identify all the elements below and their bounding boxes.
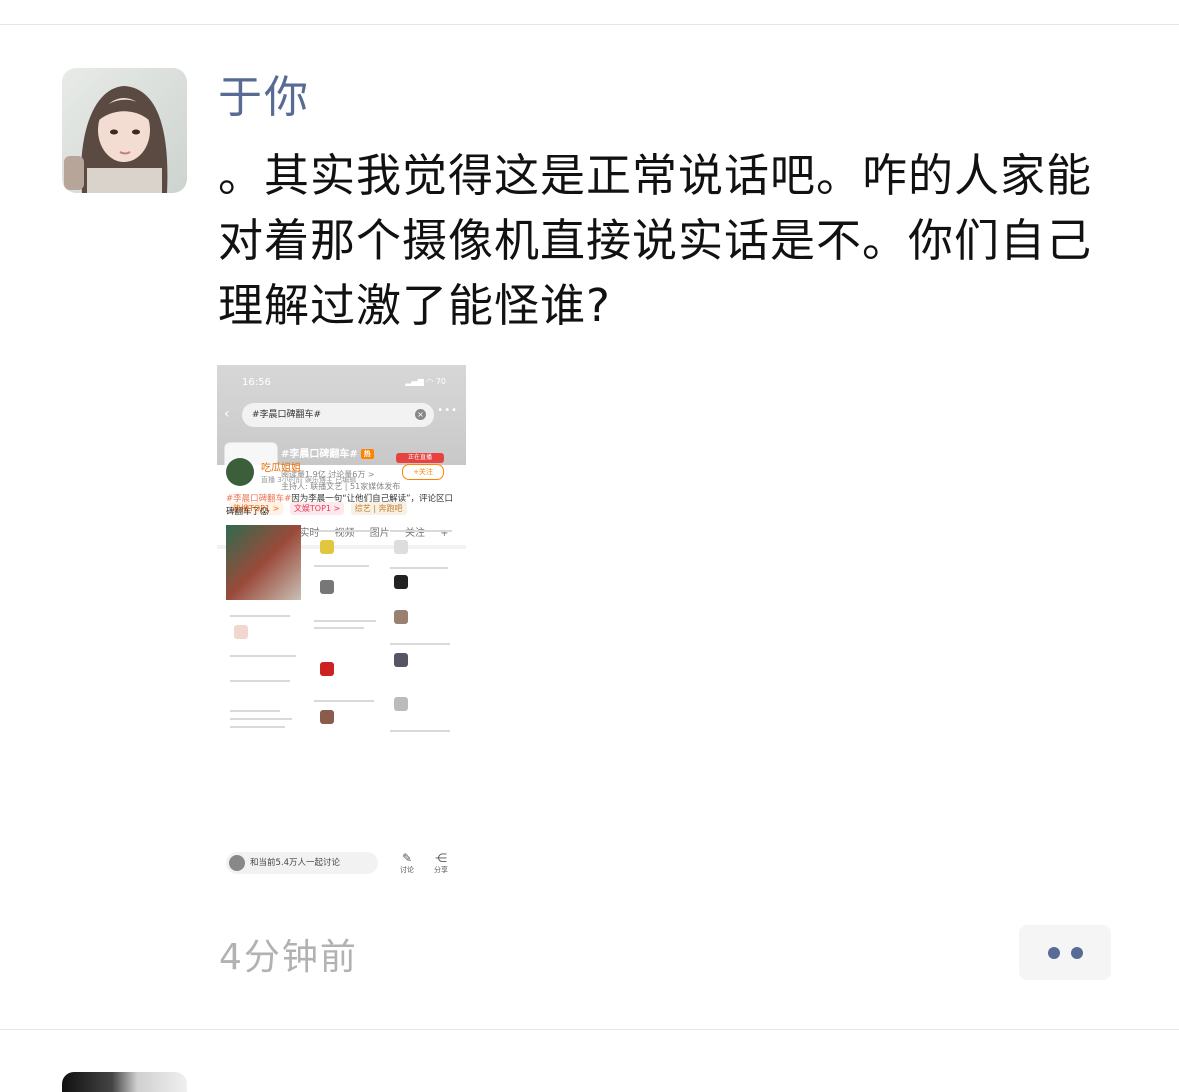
collage-col-1 [226,610,306,850]
comment-line [314,530,374,532]
comment-line [230,726,285,728]
user-mini-avatar [229,855,245,871]
comment-line [390,730,450,732]
comment-line [390,567,448,569]
post-text: 。其实我觉得这是正常说话吧。咋的人家能对着那个摄像机直接说实话是不。你们自己理解… [218,149,1093,332]
screenshot-bottom-bar: 和当前5.4万人一起讨论 ✎ 讨论 ⋲ 分享 [217,848,466,880]
author-meta: 直播 3小时前 娱乐博主 已编辑 [261,476,357,484]
screenshot-search-field: #李晨口碑翻车# × [242,403,434,427]
comment-line [314,627,364,629]
follow-badge: +关注 [402,464,444,480]
screenshot-status-bar: ▂▄▆ ◠ 70 [405,377,446,386]
more-dot-icon [1048,947,1060,959]
bottom-divider [0,1029,1179,1030]
body-hashtag: #李晨口碑翻车# [226,494,292,504]
post-image[interactable]: 16:56 ▂▄▆ ◠ 70 ‹ #李晨口碑翻车# × ••• #李晨口碑翻车#… [217,365,466,880]
comment-avatar [394,575,408,589]
comment-line [314,565,369,567]
live-badge: 正在直播 [396,453,444,463]
discuss-label: 讨论 [400,866,414,874]
timestamp: 4分钟前 [219,937,358,978]
comment-line [230,718,292,720]
back-icon: ‹ [224,406,230,422]
share-icon: ⋲ [435,851,447,865]
avatar-image [62,68,187,193]
comment-avatar [320,580,334,594]
comment-avatar [394,610,408,624]
comment-avatar [320,540,334,554]
comment-line [390,530,452,532]
discussion-input: 和当前5.4万人一起讨论 [226,852,378,874]
next-post-avatar[interactable] [62,1072,187,1092]
screenshot-time: 16:56 [242,377,271,388]
discuss-action: ✎ 讨论 [395,851,419,875]
username[interactable]: 于你 [218,70,310,126]
clear-icon: × [415,409,426,420]
comment-avatar [394,653,408,667]
comment-avatar [320,662,334,676]
more-icon: ••• [437,405,458,416]
comment-avatar [394,540,408,554]
more-dot-icon [1071,947,1083,959]
screenshot-body-text: #李晨口碑翻车#因为李晨一句“让他们自己解读”，评论区口碑翻车了😱 [226,493,458,519]
discussion-prompt: 和当前5.4万人一起讨论 [250,858,341,868]
topic-title: #李晨口碑翻车# 热 [281,445,374,460]
comment-avatar [234,625,248,639]
comment-line [230,710,280,712]
share-action: ⋲ 分享 [429,851,453,875]
collage-photo [226,525,301,600]
comment-line [230,615,290,617]
collage-col-2 [312,525,382,850]
comment-line [230,655,296,657]
author-avatar [226,458,254,486]
avatar[interactable] [62,68,187,193]
comment-line [314,700,374,702]
comment-line [314,620,376,622]
comment-collage [226,525,458,850]
battery-level: 70 [435,377,446,386]
edit-icon: ✎ [401,851,413,865]
more-button[interactable] [1019,925,1111,980]
collage-col-3 [388,525,458,850]
topic-badge: 热 [360,449,374,459]
comment-line [230,680,290,682]
comment-line [390,643,450,645]
search-query: #李晨口碑翻车# [252,410,322,420]
comment-avatar [394,697,408,711]
top-divider [0,24,1179,25]
share-label: 分享 [434,866,448,874]
comment-avatar [320,710,334,724]
author-name: 吃瓜姐姐 [261,463,301,474]
